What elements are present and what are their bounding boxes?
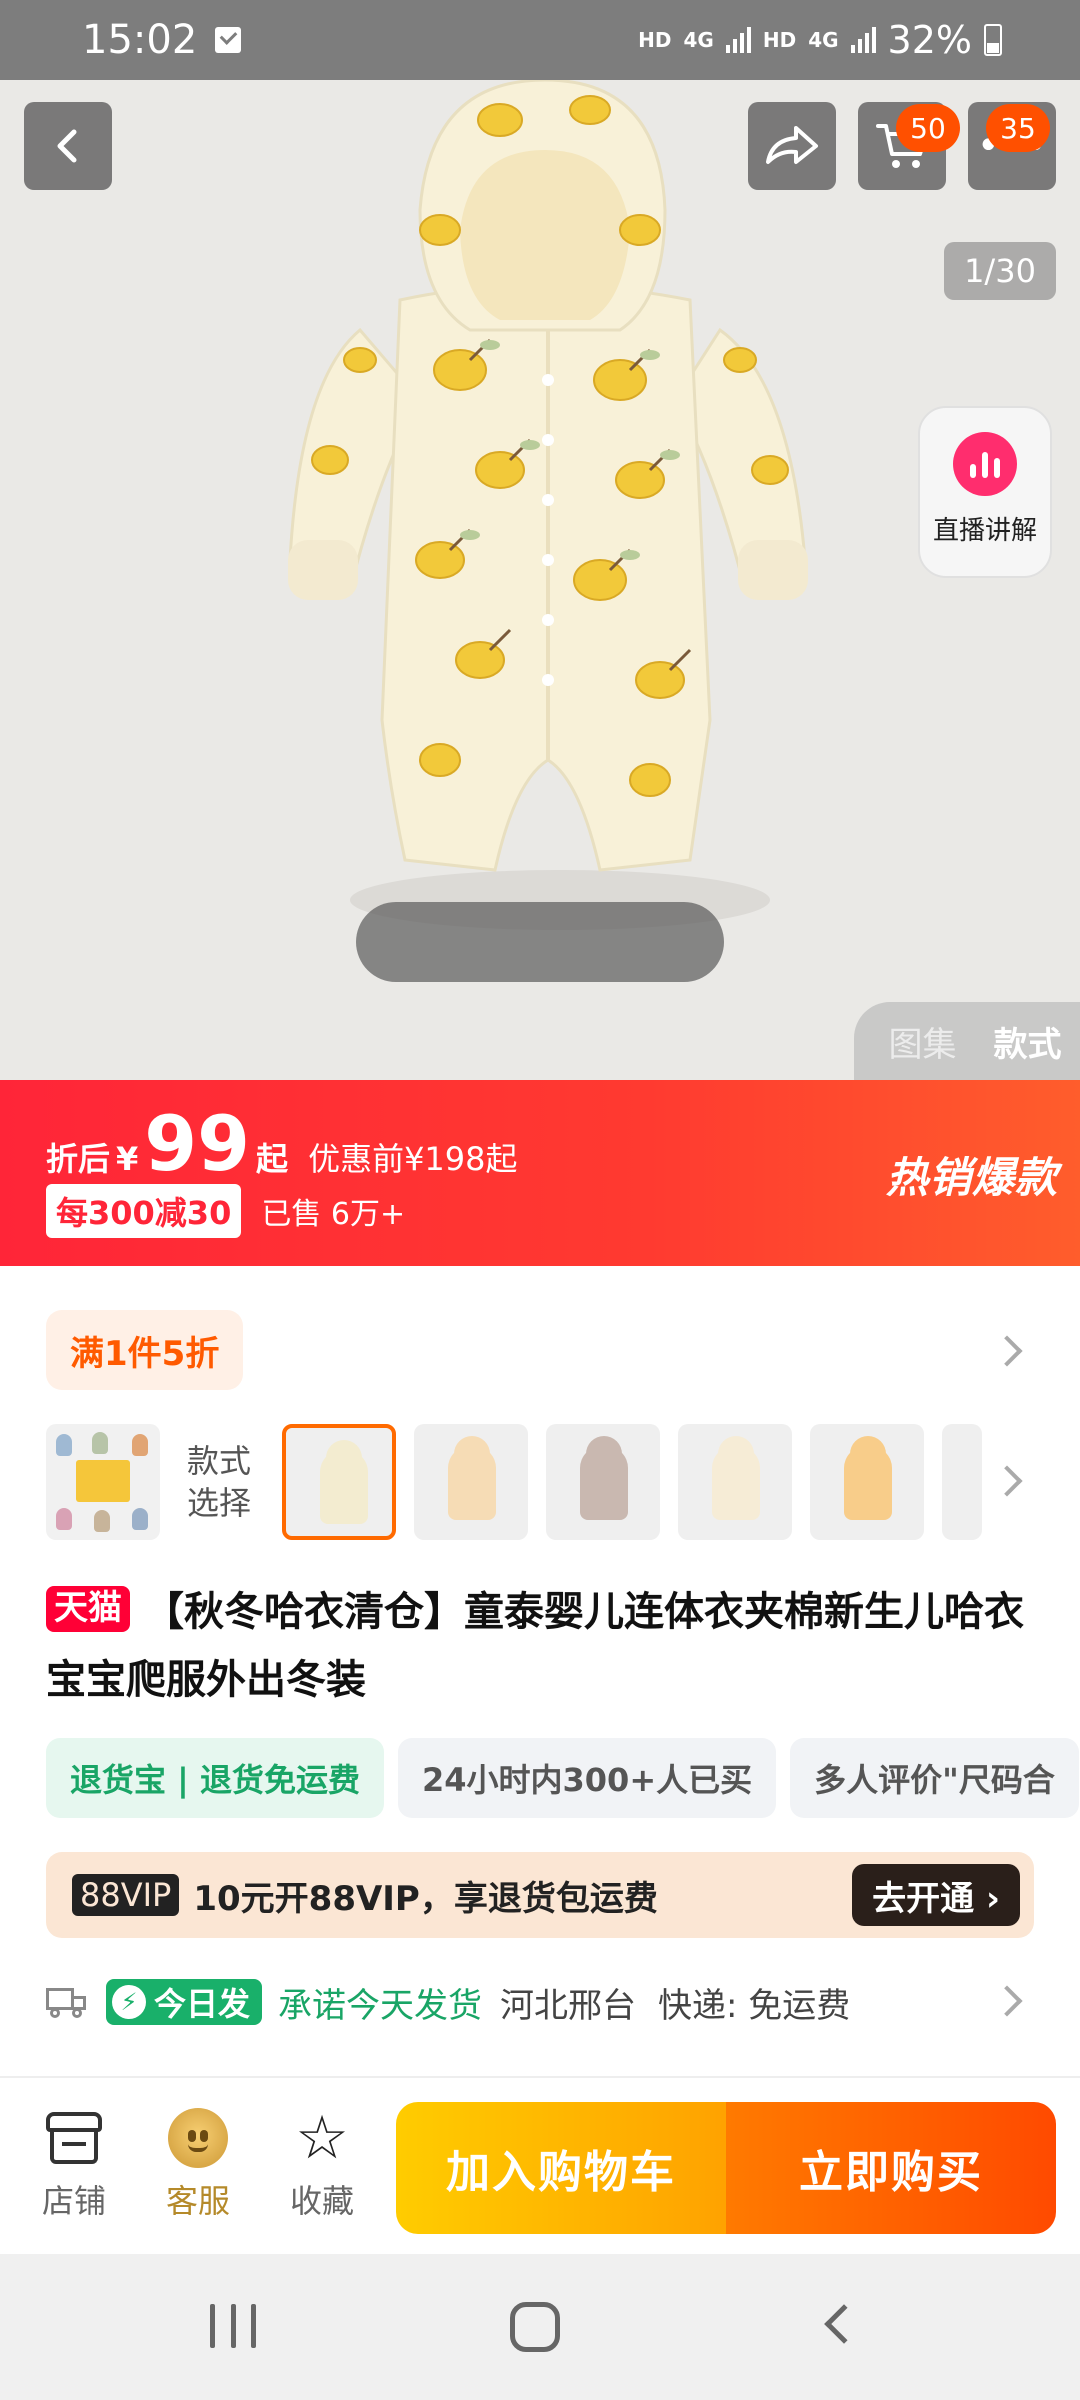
price-banner: 折后 ¥ 99 起 优惠前¥198起 每300减30 已售 6万+ 热销爆款 [0, 1080, 1080, 1266]
purchase-buttons: 加入购物车 立即购买 [396, 2102, 1056, 2234]
net-type-1: 4G [683, 28, 714, 52]
variant-select-label[interactable]: 款式选择 [174, 1440, 264, 1524]
star-icon: ☆ [295, 2103, 349, 2173]
chevron-right-icon[interactable] [991, 1335, 1023, 1367]
price-suffix: 起 [256, 1140, 289, 1178]
variant-thumb[interactable] [810, 1424, 924, 1540]
product-title-block: 天猫 【秋冬哈衣清仓】童泰婴儿连体衣夹棉新生儿哈衣宝宝爬服外出冬装 [46, 1578, 1046, 1714]
variant-thumb[interactable] [282, 1424, 396, 1540]
status-time: 15:02 [82, 17, 198, 63]
store-button[interactable]: 店铺 [24, 2108, 124, 2222]
truck-icon [46, 1986, 88, 2018]
live-explain-label: 直播讲解 [932, 516, 1037, 546]
back-nav-button[interactable] [824, 2304, 864, 2344]
share-icon [766, 126, 818, 164]
recents-button[interactable] [210, 2304, 256, 2348]
ships-today-label: 今日发 [154, 1985, 251, 2023]
variant-thumb[interactable] [414, 1424, 528, 1540]
lightning-icon: ⚡ [112, 1985, 146, 2019]
notification-check-icon [215, 27, 242, 53]
review-tag[interactable]: 多人评价"尺码合 [790, 1738, 1079, 1818]
original-price: 优惠前¥198起 [308, 1140, 518, 1178]
tab-gallery[interactable]: 图集 [889, 1017, 957, 1066]
live-explain-button[interactable]: 直播讲解 [918, 406, 1052, 578]
chevron-left-icon [57, 129, 77, 163]
media-switcher[interactable] [356, 902, 724, 982]
store-icon [44, 2108, 104, 2168]
hot-sale-label: 热销爆款 [885, 1153, 1058, 1202]
share-button[interactable] [748, 102, 836, 190]
vip-promo-text: 10元开88VIP，享退货包运费 [193, 1878, 658, 1919]
tmall-badge: 天猫 [46, 1586, 130, 1632]
bottom-action-bar: 店铺 客服 ☆ 收藏 加入购物车 立即购买 [0, 2078, 1080, 2254]
service-tags: 退货宝 | 退货免运费 24小时内300+人已买 多人评价"尺码合 [46, 1738, 1079, 1818]
hd-label-1: HD [638, 28, 672, 52]
favorite-button[interactable]: ☆ 收藏 [272, 2108, 372, 2222]
battery-percent: 32% [887, 18, 972, 62]
hd-label-2: HD [762, 28, 797, 52]
recent-buyers-tag[interactable]: 24小时内300+人已买 [397, 1738, 777, 1818]
shipping-row[interactable]: ⚡ 今日发 承诺今天发货 河北邢台 快递: 免运费 [46, 1970, 1036, 2034]
store-label: 店铺 [41, 2182, 106, 2220]
add-to-cart-button[interactable]: 加入购物车 [396, 2102, 726, 2234]
variant-thumb[interactable] [678, 1424, 792, 1540]
home-button[interactable] [510, 2302, 560, 2352]
back-button[interactable] [24, 102, 112, 190]
ship-origin: 河北邢台 [500, 1985, 637, 2026]
shipping-fee: 快递: 免运费 [658, 1985, 851, 2026]
vip-badge: 88VIP [72, 1874, 180, 1916]
tab-style[interactable]: 款式 [994, 1017, 1062, 1066]
buy-now-button[interactable]: 立即购买 [726, 2102, 1056, 2234]
variant-thumb[interactable] [546, 1424, 660, 1540]
discount-price: 99 [144, 1099, 251, 1188]
product-title: 【秋冬哈衣清仓】童泰婴儿连体衣夹棉新生儿哈衣宝宝爬服外出冬装 [46, 1589, 1024, 1703]
variant-overview-thumb[interactable] [46, 1424, 160, 1540]
price-prefix: 折后 [46, 1140, 111, 1178]
return-shipping-tag[interactable]: 退货宝 | 退货免运费 [46, 1738, 384, 1818]
status-bar: 15:02 HD 4G HD 4G 32% [0, 0, 1080, 80]
variant-thumb-partial[interactable] [942, 1424, 982, 1540]
favorite-label: 收藏 [289, 2182, 354, 2220]
system-navigation-bar [0, 2254, 1080, 2400]
promo-tag[interactable]: 满1件5折 [46, 1310, 244, 1390]
sold-count: 已售 6万+ [261, 1197, 406, 1232]
ship-promise: 承诺今天发货 [278, 1985, 483, 2026]
signal-icon [725, 27, 751, 53]
coupon-badge: 每300减30 [46, 1184, 242, 1238]
customer-service-button[interactable]: 客服 [148, 2108, 248, 2222]
currency-symbol: ¥ [116, 1140, 139, 1178]
gallery-tabs: 图集 款式 [854, 1002, 1080, 1080]
cart-count-badge: 50 [896, 104, 960, 152]
status-icons: HD 4G HD 4G 32% [638, 18, 1002, 62]
vip-activate-button[interactable]: 去开通 › [852, 1864, 1020, 1926]
live-icon [953, 432, 1017, 496]
image-page-indicator: 1/30 [944, 242, 1056, 300]
variant-selector: 款式选择 [46, 1424, 1036, 1540]
net-type-2: 4G [808, 28, 839, 52]
message-count-badge: 35 [986, 104, 1050, 152]
customer-service-icon [168, 2108, 228, 2168]
vip-promo-bar[interactable]: 88VIP 10元开88VIP，享退货包运费 去开通 › [46, 1852, 1034, 1938]
product-image[interactable]: 50 ••• 35 1/30 直播讲解 图集 款式 [0, 0, 1080, 1080]
battery-icon [984, 24, 1002, 56]
ships-today-badge: ⚡ 今日发 [106, 1979, 263, 2025]
signal-icon-2 [850, 27, 876, 53]
customer-service-label: 客服 [165, 2182, 230, 2220]
